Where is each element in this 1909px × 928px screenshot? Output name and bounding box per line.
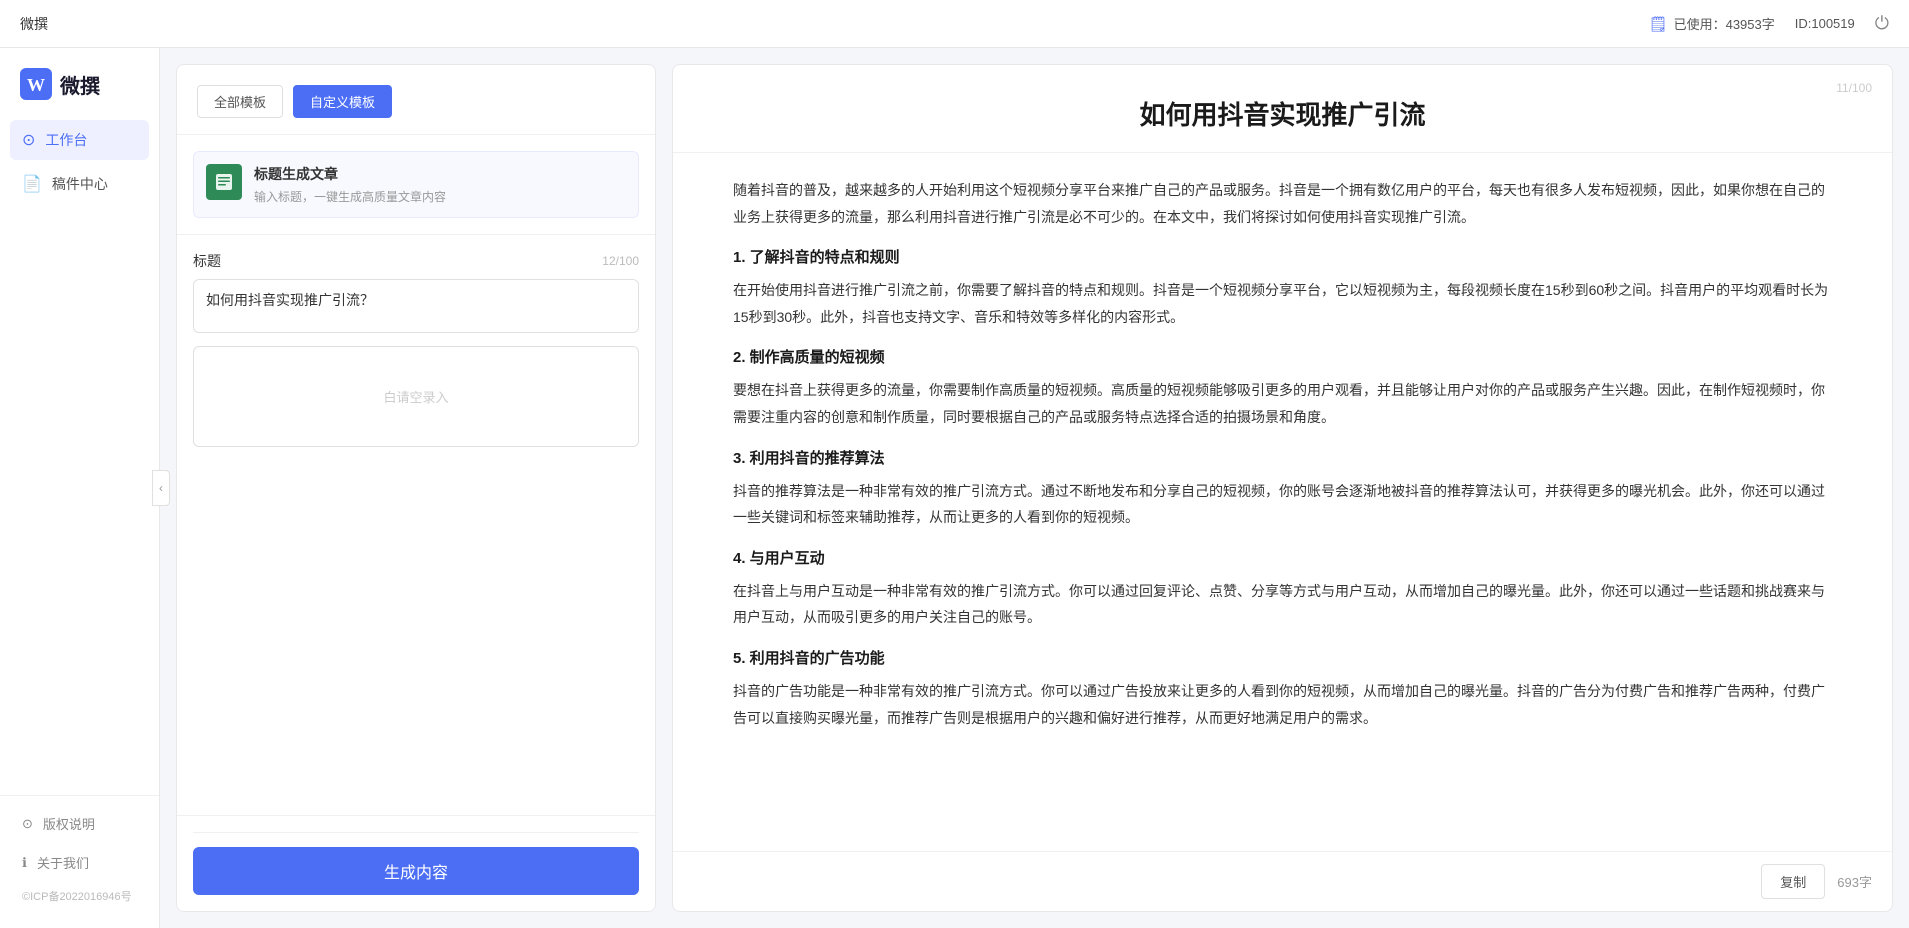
- drafts-icon: 📄: [22, 174, 42, 194]
- sidebar-item-workbench[interactable]: ⊙ 工作台: [10, 120, 149, 160]
- page-number: 11/100: [1836, 81, 1872, 95]
- sidebar-item-drafts[interactable]: 📄 稿件中心: [10, 164, 149, 204]
- placeholder-text: 白请空录入: [383, 390, 448, 405]
- template-list: 标题生成文章 输入标题，一键生成高质量文章内容: [177, 135, 655, 235]
- article-paragraph: 要想在抖音上获得更多的流量，你需要制作高质量的短视频。高质量的短视频能够吸引更多…: [733, 377, 1832, 430]
- article-body: 随着抖音的普及，越来越多的人开始利用这个短视频分享平台来推广自己的产品或服务。抖…: [673, 153, 1892, 851]
- article-section-title: 3. 利用抖音的推荐算法: [733, 447, 1832, 468]
- article-section-title: 2. 制作高质量的短视频: [733, 346, 1832, 367]
- topbar: 微撰 🗒 已使用：43953字 ID:100519 ⏻: [0, 0, 1909, 48]
- workbench-icon: ⊙: [22, 130, 35, 150]
- title-counter: 12/100: [602, 254, 639, 268]
- content-area: 全部模板 自定义模板 标题生成文章: [160, 48, 1909, 928]
- article-paragraph: 在抖音上与用户互动是一种非常有效的推广引流方式。你可以通过回复评论、点赞、分享等…: [733, 578, 1832, 631]
- article-section-title: 5. 利用抖音的广告功能: [733, 647, 1832, 668]
- logo-icon: W: [20, 68, 52, 100]
- generate-button[interactable]: 生成内容: [193, 847, 639, 895]
- sidebar: W 微撰 ⊙ 工作台 📄 稿件中心 ⊙ 版权说明 ℹ 关于我们: [0, 48, 160, 928]
- form-section: 标题 12/100 白请空录入: [177, 235, 655, 815]
- sidebar-bottom: ⊙ 版权说明 ℹ 关于我们 ©ICP备2022016946号: [0, 795, 159, 928]
- sidebar-item-copyright[interactable]: ⊙ 版权说明: [10, 806, 149, 841]
- left-panel: 全部模板 自定义模板 标题生成文章: [176, 64, 656, 912]
- form-label-row: 标题 12/100: [193, 251, 639, 271]
- sidebar-item-about[interactable]: ℹ 关于我们: [10, 845, 149, 880]
- user-id: ID:100519: [1795, 16, 1855, 31]
- word-count: 693字: [1837, 872, 1872, 891]
- panel-footer: 生成内容: [177, 815, 655, 911]
- article-paragraph: 抖音的广告功能是一种非常有效的推广引流方式。你可以通过广告投放来让更多的人看到你…: [733, 678, 1832, 731]
- svg-text:W: W: [27, 75, 45, 95]
- power-icon[interactable]: ⏻: [1875, 13, 1889, 34]
- article-title: 如何用抖音实现推广引流: [733, 95, 1832, 132]
- about-icon: ℹ: [22, 855, 27, 871]
- topbar-title: 微撰: [20, 14, 48, 34]
- template-info: 标题生成文章 输入标题，一键生成高质量文章内容: [254, 164, 626, 205]
- article-section-title: 4. 与用户互动: [733, 547, 1832, 568]
- main-layout: W 微撰 ⊙ 工作台 📄 稿件中心 ⊙ 版权说明 ℹ 关于我们: [0, 48, 1909, 928]
- template-name: 标题生成文章: [254, 164, 626, 184]
- divider: [193, 832, 639, 833]
- copy-button[interactable]: 复制: [1761, 864, 1825, 899]
- copyright-icon: ⊙: [22, 816, 33, 832]
- logo-area: W 微撰: [0, 58, 159, 120]
- article-paragraph: 在开始使用抖音进行推广引流之前，你需要了解抖音的特点和规则。抖音是一个短视频分享…: [733, 277, 1832, 330]
- right-panel: 如何用抖音实现推广引流 11/100 随着抖音的普及，越来越多的人开始利用这个短…: [672, 64, 1893, 912]
- about-label: 关于我们: [37, 853, 89, 872]
- article-section-title: 1. 了解抖音的特点和规则: [733, 246, 1832, 267]
- sidebar-toggle[interactable]: ‹: [152, 470, 170, 506]
- article-paragraph: 抖音的推荐算法是一种非常有效的推广引流方式。通过不断地发布和分享自己的短视频，你…: [733, 478, 1832, 531]
- content-placeholder-area[interactable]: 白请空录入: [193, 346, 639, 447]
- topbar-right: 🗒 已使用：43953字 ID:100519 ⏻: [1649, 13, 1889, 34]
- sidebar-item-label: 工作台: [45, 130, 87, 150]
- article-header: 如何用抖音实现推广引流 11/100: [673, 65, 1892, 153]
- sidebar-nav: ⊙ 工作台 📄 稿件中心: [0, 120, 159, 795]
- tab-all-templates[interactable]: 全部模板: [197, 85, 283, 118]
- usage-text: 已使用：43953字: [1674, 14, 1775, 33]
- logo-text: 微撰: [60, 70, 100, 99]
- document-icon: 🗒: [1649, 15, 1668, 33]
- template-icon: [206, 164, 242, 200]
- article-icon: [214, 172, 234, 192]
- template-card[interactable]: 标题生成文章 输入标题，一键生成高质量文章内容: [193, 151, 639, 218]
- topbar-usage: 🗒 已使用：43953字: [1649, 14, 1775, 33]
- title-label: 标题: [193, 251, 221, 271]
- copyright-label: 版权说明: [43, 814, 95, 833]
- template-tabs: 全部模板 自定义模板: [177, 65, 655, 135]
- article-paragraph: 随着抖音的普及，越来越多的人开始利用这个短视频分享平台来推广自己的产品或服务。抖…: [733, 177, 1832, 230]
- sidebar-item-label: 稿件中心: [52, 174, 108, 194]
- title-input[interactable]: [193, 279, 639, 333]
- article-footer: 复制 693字: [673, 851, 1892, 911]
- icp-text: ©ICP备2022016946号: [10, 884, 149, 908]
- tab-custom-templates[interactable]: 自定义模板: [293, 85, 392, 118]
- template-desc: 输入标题，一键生成高质量文章内容: [254, 188, 626, 205]
